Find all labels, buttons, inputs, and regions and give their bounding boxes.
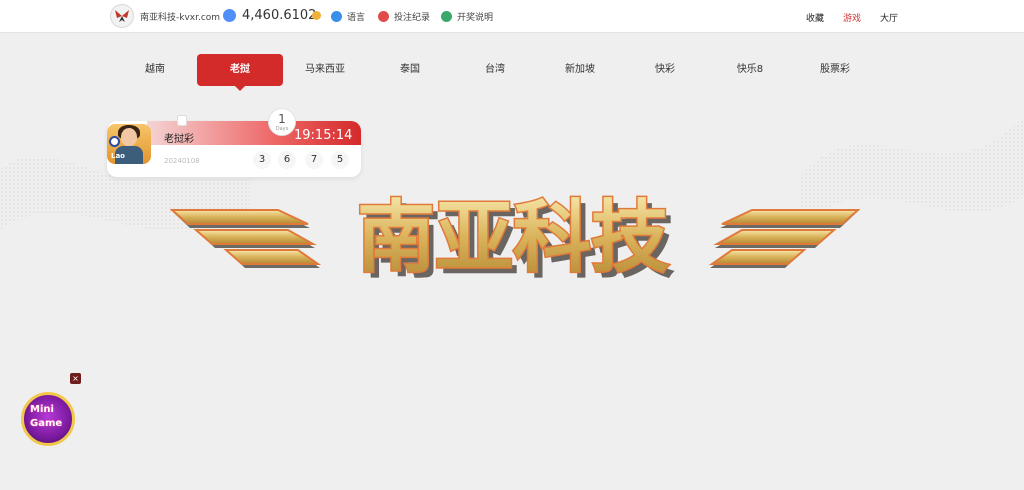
record-icon [378, 11, 389, 22]
balance-value: 4,460.6102 [242, 8, 317, 23]
site-logo[interactable] [110, 4, 134, 28]
result-ball: 3 [253, 151, 271, 169]
lobby-link[interactable]: 大厅 [880, 11, 898, 24]
globe-icon [331, 11, 342, 22]
round-number: 1 [278, 112, 286, 126]
lottery-avatar: Lao [107, 124, 151, 164]
issue-number: 20240108 [164, 157, 200, 165]
card-notch [177, 115, 187, 126]
brand-banner: 南亚科技 南亚科技 [170, 192, 860, 288]
draw-info-link[interactable]: 开奖说明 [441, 10, 493, 23]
site-name: 南亚科技-kvxr.com [140, 13, 221, 23]
minigame-line2: Game [30, 418, 63, 429]
language-label: 语言 [347, 13, 366, 23]
round-badge: 1 Days [268, 108, 296, 136]
laos-flag-icon [109, 136, 120, 147]
bet-record-label: 投注纪录 [394, 13, 431, 23]
bet-record-link[interactable]: 投注纪录 [378, 10, 430, 23]
draw-info-label: 开奖说明 [457, 13, 494, 23]
close-minigame-button[interactable]: × [70, 373, 81, 384]
countdown-time: 19:15:14 [294, 128, 353, 143]
result-ball: 7 [305, 151, 323, 169]
tab-quick-lottery[interactable]: 快彩 [622, 54, 708, 86]
favorites-link[interactable]: 收藏 [806, 11, 824, 24]
lottery-name: 老挝彩 [164, 134, 194, 145]
right-wing [708, 209, 860, 268]
tab-singapore[interactable]: 新加坡 [537, 54, 623, 86]
result-ball: 6 [278, 151, 296, 169]
minigame-button[interactable]: Mini Game [21, 392, 75, 446]
avatar-tag: Lao [111, 152, 125, 160]
tab-laos[interactable]: 老挝 [197, 54, 283, 91]
tab-vietnam[interactable]: 越南 [112, 54, 198, 86]
top-bar: 南亚科技-kvxr.com 4,460.6102 语言 投注纪录 开奖说明 收藏… [0, 0, 1024, 33]
result-ball: 5 [331, 151, 349, 169]
refresh-balance-icon[interactable] [312, 11, 321, 20]
info-icon [441, 11, 452, 22]
region-tabs: 越南 老挝 马来西亚 泰国 台湾 新加坡 快彩 快乐8 股票彩 [0, 50, 1024, 91]
tab-taiwan[interactable]: 台湾 [452, 54, 538, 86]
tab-happy8[interactable]: 快乐8 [707, 54, 793, 86]
minigame-line1: Mini [30, 404, 54, 415]
tab-malaysia[interactable]: 马来西亚 [282, 54, 368, 86]
tab-stock-lottery[interactable]: 股票彩 [792, 54, 878, 86]
banner-text: 南亚科技 [357, 193, 669, 283]
games-link[interactable]: 游戏 [843, 11, 861, 24]
left-wing [170, 209, 322, 268]
language-link[interactable]: 语言 [331, 10, 365, 23]
tab-thailand[interactable]: 泰国 [367, 54, 453, 86]
round-unit: Days [275, 126, 289, 132]
wallet-icon [223, 9, 236, 22]
butterfly-icon [115, 10, 129, 22]
